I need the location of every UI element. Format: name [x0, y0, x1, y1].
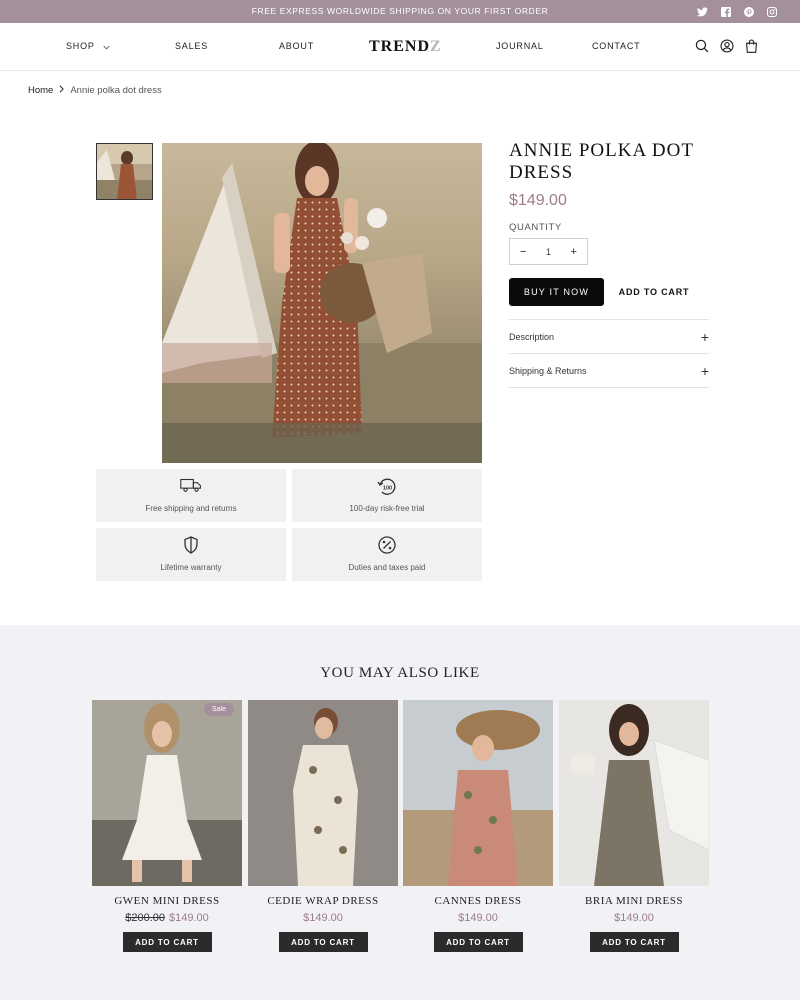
product-card-image[interactable] — [559, 700, 709, 886]
add-to-cart-button[interactable]: ADD TO CART — [122, 932, 212, 952]
breadcrumb-current: Annie polka dot dress — [70, 85, 162, 96]
feature-label: 100-day risk-free trial — [349, 504, 425, 513]
logo-main: TREND — [369, 38, 431, 55]
sale-badge: Sale — [203, 703, 234, 716]
percent-icon — [292, 536, 482, 554]
product-card: CEDIE WRAP DRESS $149.00 ADD TO CART — [248, 700, 398, 952]
accordion-shipping-returns[interactable]: Shipping & Returns + — [509, 353, 709, 387]
feature-label: Free shipping and returns — [145, 504, 237, 513]
feature-duties: Duties and taxes paid — [292, 528, 482, 581]
nav-sales[interactable]: SALES — [175, 41, 208, 51]
accordion-description[interactable]: Description + — [509, 319, 709, 353]
feature-warranty: Lifetime warranty — [96, 528, 286, 581]
nav-shop[interactable]: SHOP — [66, 41, 110, 52]
plus-icon: + — [700, 362, 709, 379]
product-card-prices: $149.00 — [403, 912, 553, 924]
chevron-right-icon — [59, 85, 65, 96]
add-to-cart-button[interactable]: ADD TO CART — [614, 278, 694, 306]
product-card-old-price: $200.00 — [125, 912, 165, 924]
breadcrumb: Home Annie polka dot dress — [28, 85, 162, 96]
quantity-decrease-button[interactable]: − — [520, 246, 526, 258]
nav-journal[interactable]: JOURNAL — [496, 41, 544, 51]
logo-accent: Z — [430, 38, 442, 55]
announcement-bar: FREE EXPRESS WORLDWIDE SHIPPING ON YOUR … — [0, 0, 800, 23]
product-price: $149.00 — [509, 192, 567, 209]
svg-text:100: 100 — [383, 486, 392, 492]
nav-shop-label: SHOP — [66, 41, 95, 51]
product-title: ANNIE POLKA DOT DRESS — [509, 140, 694, 183]
facebook-icon[interactable] — [719, 5, 732, 18]
product-card: CANNES DRESS $149.00 ADD TO CART — [403, 700, 553, 952]
search-icon[interactable] — [695, 39, 709, 53]
product-card-name[interactable]: CANNES DRESS — [403, 895, 553, 907]
feature-label: Lifetime warranty — [160, 563, 222, 572]
related-products-section: YOU MAY ALSO LIKE Sale GWEN MINI DRESS $… — [0, 625, 800, 1000]
product-thumbnail[interactable] — [96, 143, 153, 200]
cart-icon[interactable] — [745, 39, 759, 53]
logo[interactable]: TRENDZ — [369, 38, 442, 56]
product-card-price: $149.00 — [169, 912, 209, 924]
account-icon[interactable] — [720, 39, 734, 53]
product-card: Sale GWEN MINI DRESS $200.00 $149.00 ADD … — [92, 700, 242, 952]
feature-label: Duties and taxes paid — [348, 563, 426, 572]
nav-contact[interactable]: CONTACT — [592, 41, 640, 51]
site-header: SHOP SALES ABOUT TRENDZ JOURNAL CONTACT — [0, 23, 800, 71]
add-to-cart-button[interactable]: ADD TO CART — [278, 932, 368, 952]
add-to-cart-button[interactable]: ADD TO CART — [433, 932, 523, 952]
feature-trial: 100 100-day risk-free trial — [292, 469, 482, 522]
product-card-name[interactable]: CEDIE WRAP DRESS — [248, 895, 398, 907]
divider — [509, 387, 709, 388]
product-card-prices: $200.00 $149.00 — [92, 912, 242, 924]
twitter-icon[interactable] — [696, 5, 709, 18]
product-card-price: $149.00 — [458, 912, 498, 924]
product-main-image[interactable] — [162, 143, 482, 463]
product-card: BRIA MINI DRESS $149.00 ADD TO CART — [559, 700, 709, 952]
product-card-name[interactable]: GWEN MINI DRESS — [92, 895, 242, 907]
quantity-value[interactable]: 1 — [546, 247, 551, 257]
product-card-image[interactable] — [248, 700, 398, 886]
buy-now-button[interactable]: BUY IT NOW — [509, 278, 604, 306]
truck-icon — [96, 477, 286, 495]
product-card-image[interactable] — [403, 700, 553, 886]
product-card-image[interactable]: Sale — [92, 700, 242, 886]
product-card-prices: $149.00 — [559, 912, 709, 924]
add-to-cart-button[interactable]: ADD TO CART — [589, 932, 679, 952]
pinterest-icon[interactable] — [742, 5, 755, 18]
accordion-label: Description — [509, 331, 555, 342]
nav-about[interactable]: ABOUT — [279, 41, 314, 51]
feature-shipping: Free shipping and returns — [96, 469, 286, 522]
product-card-price: $149.00 — [614, 912, 654, 924]
trial-icon: 100 — [292, 477, 482, 495]
accordion-label: Shipping & Returns — [509, 365, 587, 376]
instagram-icon[interactable] — [765, 5, 778, 18]
product-card-prices: $149.00 — [248, 912, 398, 924]
chevron-down-icon — [103, 42, 110, 52]
quantity-stepper: − 1 + — [509, 238, 588, 265]
social-links — [696, 5, 778, 18]
quantity-increase-button[interactable]: + — [571, 246, 577, 258]
quantity-label: QUANTITY — [509, 222, 562, 233]
related-heading: YOU MAY ALSO LIKE — [320, 665, 480, 681]
announcement-text: FREE EXPRESS WORLDWIDE SHIPPING ON YOUR … — [251, 6, 549, 16]
breadcrumb-home[interactable]: Home — [28, 85, 53, 96]
product-card-price: $149.00 — [303, 912, 343, 924]
plus-icon: + — [700, 328, 709, 345]
shield-icon — [96, 536, 286, 554]
product-card-name[interactable]: BRIA MINI DRESS — [559, 895, 709, 907]
